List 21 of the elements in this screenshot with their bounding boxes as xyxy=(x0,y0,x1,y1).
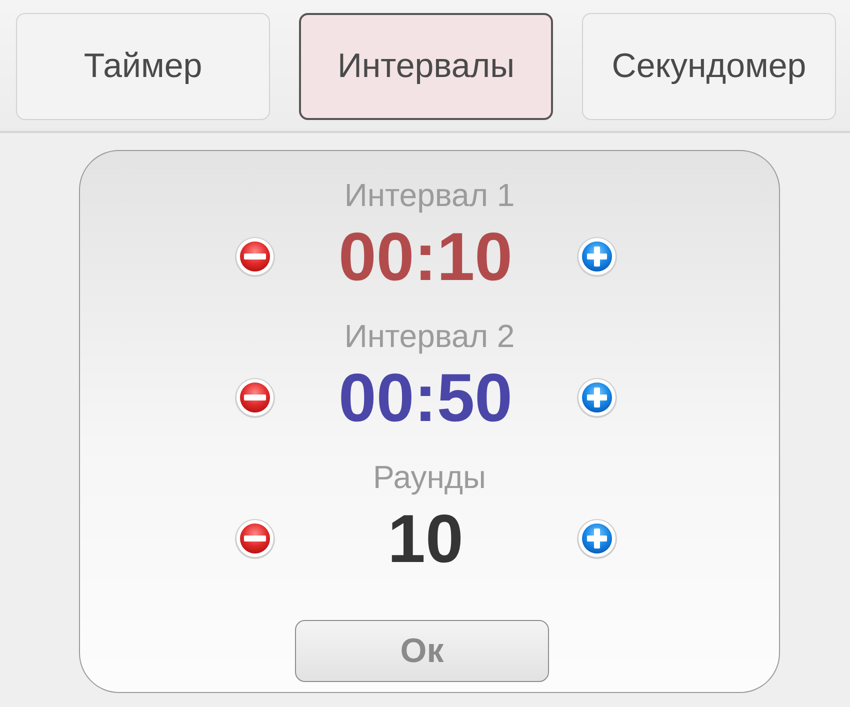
minus-icon xyxy=(234,518,276,560)
setting-label: Интервал 2 xyxy=(344,317,515,356)
plus-icon xyxy=(576,377,618,419)
tab[interactable]: Таймер xyxy=(16,13,270,120)
plus-icon xyxy=(576,236,618,278)
setting-value: 00:10 xyxy=(338,221,514,293)
plus-icon xyxy=(576,518,618,560)
tab[interactable]: Интервалы xyxy=(299,13,553,120)
decrease-button[interactable] xyxy=(234,377,276,419)
setting-label: Раунды xyxy=(372,458,486,497)
setting-label: Интервал 1 xyxy=(344,176,515,215)
tab[interactable]: Секундомер xyxy=(582,13,836,120)
decrease-button[interactable] xyxy=(234,236,276,278)
decrease-button[interactable] xyxy=(234,518,276,560)
setting-value: 00:50 xyxy=(338,362,514,434)
setting-value: 10 xyxy=(386,503,464,575)
increase-button[interactable] xyxy=(576,236,618,278)
minus-icon xyxy=(234,236,276,278)
increase-button[interactable] xyxy=(576,518,618,560)
minus-icon xyxy=(234,377,276,419)
increase-button[interactable] xyxy=(576,377,618,419)
